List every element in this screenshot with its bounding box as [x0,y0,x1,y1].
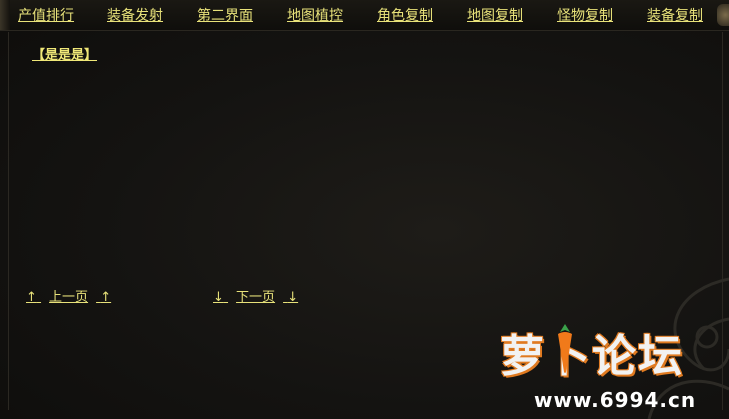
prev-page-label: 上一页 [49,290,89,305]
menu-bar-left-ornament [0,0,10,30]
carrot-icon [558,324,572,373]
menu-item-map-copy[interactable]: 地图复制 [467,5,523,25]
menu-item-second-interface[interactable]: 第二界面 [197,5,253,25]
down-arrow-icon: ↓ [287,290,299,305]
next-page-link[interactable]: ↓ 下一页 ↓ [213,286,298,305]
up-arrow-icon: ↑ [100,290,112,305]
up-arrow-icon: ↑ [26,290,37,305]
game-window: 产值排行 装备发射 第二界面 地图植控 角色复制 地图复制 怪物复制 装备复制 … [0,0,729,419]
watermark-text: 萝卜论坛 [500,331,684,382]
site-watermark: 萝卜论坛 www.6994.cn [482,318,718,414]
menu-item-equipment-copy[interactable]: 装备复制 [647,5,703,25]
next-page-label: 下一页 [236,290,276,305]
menu-item-monster-copy[interactable]: 怪物复制 [557,5,613,25]
menu-item-character-copy[interactable]: 角色复制 [377,5,433,25]
section-title: 【是是是】 [32,48,98,63]
menu-item-output-ranking[interactable]: 产值排行 [18,5,74,25]
top-menu-bar: 产值排行 装备发射 第二界面 地图植控 角色复制 地图复制 怪物复制 装备复制 [0,0,729,31]
prev-page-link[interactable]: ↑ 上一页 ↑ [26,286,111,305]
menu-item-equipment-launch[interactable]: 装备发射 [107,5,163,25]
watermark-url: www.6994.cn [534,388,697,412]
menu-item-map-control[interactable]: 地图植控 [287,5,343,25]
down-arrow-icon: ↓ [213,290,224,305]
menu-scroll-knob[interactable] [717,4,729,26]
